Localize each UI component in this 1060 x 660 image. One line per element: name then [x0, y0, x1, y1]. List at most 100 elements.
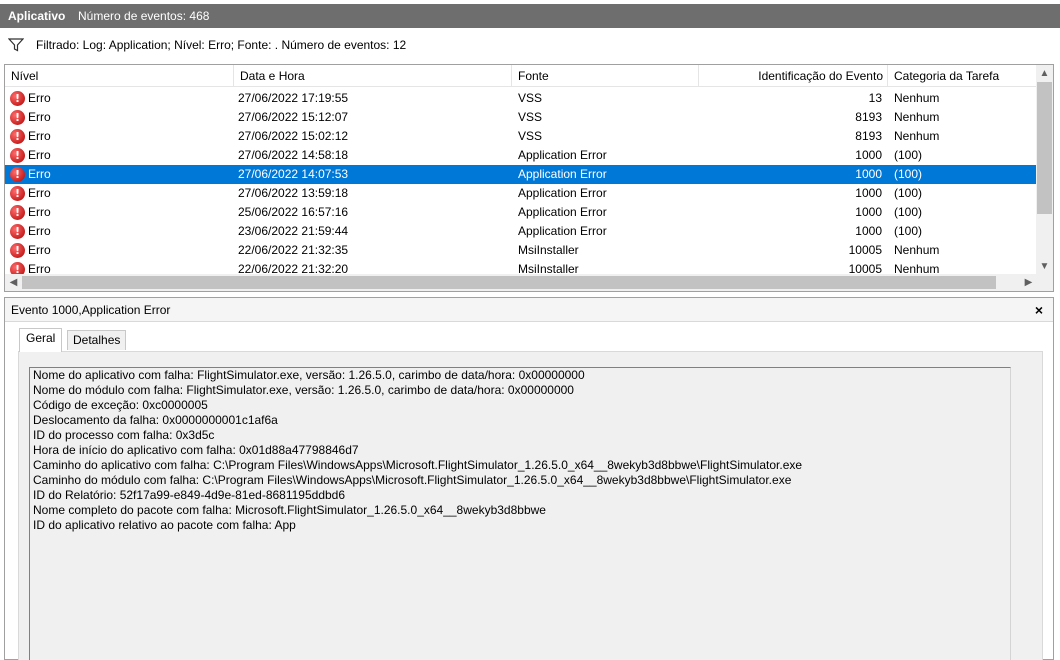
- date-cell: 27/06/2022 15:02:12: [238, 129, 349, 143]
- scroll-up-arrow-icon[interactable]: ▲: [1036, 65, 1053, 82]
- event-count: Número de eventos: 468: [78, 9, 210, 23]
- scroll-right-arrow-icon[interactable]: ▶: [1020, 274, 1037, 291]
- event-id-cell: 10005: [848, 243, 882, 257]
- event-id-cell: 1000: [855, 167, 882, 181]
- error-icon: !: [10, 148, 25, 163]
- level-cell: ! Erro: [10, 203, 230, 222]
- level-cell: ! Erro: [10, 165, 230, 184]
- table-row[interactable]: ! Erro 27/06/2022 17:19:55 VSS 13 Nenhum: [5, 89, 1037, 108]
- table-row[interactable]: ! Erro 25/06/2022 16:57:16 Application Erro…: [5, 203, 1037, 222]
- category-cell: (100): [894, 186, 923, 200]
- grid-header: Nível Data e Hora Fonte Identificação do…: [5, 65, 1037, 87]
- category-cell: Nenhum: [894, 243, 940, 257]
- source-cell: MsiInstaller: [518, 243, 579, 257]
- level-cell: ! Erro: [10, 146, 230, 165]
- event-id-cell: 1000: [855, 148, 882, 162]
- category-cell: (100): [894, 167, 923, 181]
- source-cell: Application Error: [518, 148, 607, 162]
- date-cell: 27/06/2022 17:19:55: [238, 91, 349, 105]
- event-id-cell: 1000: [855, 186, 882, 200]
- vertical-scrollbar[interactable]: ▲ ▼: [1036, 65, 1053, 275]
- table-row[interactable]: ! Erro 27/06/2022 15:02:12 VSS 8193 Nenhum: [5, 127, 1037, 146]
- date-cell: 27/06/2022 14:07:53: [238, 167, 349, 181]
- category-cell: Nenhum: [894, 91, 940, 105]
- event-id-cell: 8193: [855, 110, 882, 124]
- column-header-event-id[interactable]: Identificação do Evento: [699, 65, 888, 87]
- table-row[interactable]: ! Erro 22/06/2022 21:32:35 MsiInstaller 1000…: [5, 241, 1037, 260]
- event-id-cell: 13: [868, 91, 882, 105]
- event-id-cell: 1000: [855, 224, 882, 238]
- category-cell: (100): [894, 224, 923, 238]
- description-line: ID do Relatório: 52f17a99-e849-4d9e-81ed…: [33, 488, 346, 502]
- event-id-cell: 1000: [855, 205, 882, 219]
- column-header-source[interactable]: Fonte: [512, 65, 699, 87]
- date-cell: 25/06/2022 16:57:16: [238, 205, 349, 219]
- event-id-cell: 8193: [855, 129, 882, 143]
- scroll-down-arrow-icon[interactable]: ▼: [1036, 258, 1053, 275]
- horizontal-scroll-thumb[interactable]: [22, 276, 996, 289]
- description-line: Nome do módulo com falha: FlightSimulato…: [33, 383, 574, 397]
- level-text: Erro: [28, 91, 51, 105]
- description-line: Hora de início do aplicativo com falha: …: [33, 443, 359, 457]
- description-line: Deslocamento da falha: 0x0000000001c1af6…: [33, 413, 278, 427]
- column-header-date[interactable]: Data e Hora: [234, 65, 512, 87]
- event-description-box[interactable]: Nome do aplicativo com falha: FlightSimu…: [29, 367, 1011, 660]
- category-cell: (100): [894, 205, 923, 219]
- source-cell: Application Error: [518, 186, 607, 200]
- level-text: Erro: [28, 243, 51, 257]
- level-cell: ! Erro: [10, 184, 230, 203]
- error-icon: !: [10, 243, 25, 258]
- date-cell: 27/06/2022 13:59:18: [238, 186, 349, 200]
- date-cell: 27/06/2022 14:58:18: [238, 148, 349, 162]
- table-row[interactable]: ! Erro 27/06/2022 13:59:18 Application Erro…: [5, 184, 1037, 203]
- error-icon: !: [10, 205, 25, 220]
- vertical-scroll-thumb[interactable]: [1037, 82, 1052, 214]
- horizontal-scrollbar[interactable]: ◀ ▶: [5, 274, 1037, 291]
- description-line: Nome do aplicativo com falha: FlightSimu…: [33, 368, 585, 382]
- table-row[interactable]: ! Erro 23/06/2022 21:59:44 Application Erro…: [5, 222, 1037, 241]
- general-tab-panel: Nome do aplicativo com falha: FlightSimu…: [18, 351, 1043, 660]
- description-line: Caminho do aplicativo com falha: C:\Prog…: [33, 458, 803, 472]
- events-grid: Nível Data e Hora Fonte Identificação do…: [4, 64, 1054, 292]
- level-cell: ! Erro: [10, 89, 230, 108]
- table-row[interactable]: ! Erro 27/06/2022 14:07:53 Application Erro…: [5, 165, 1037, 184]
- table-row[interactable]: ! Erro 27/06/2022 15:12:07 VSS 8193 Nenhum: [5, 108, 1037, 127]
- scrollbar-corner: [1036, 274, 1053, 291]
- category-cell: Nenhum: [894, 110, 940, 124]
- source-cell: Application Error: [518, 205, 607, 219]
- error-icon: !: [10, 91, 25, 106]
- level-text: Erro: [28, 129, 51, 143]
- tab-details[interactable]: Detalhes: [67, 330, 127, 350]
- description-line: Código de exceção: 0xc0000005: [33, 398, 208, 412]
- filter-funnel-icon: [8, 38, 24, 52]
- error-icon: !: [10, 186, 25, 201]
- log-title-bar: Aplicativo Número de eventos: 468: [0, 4, 1060, 28]
- date-cell: 27/06/2022 15:12:07: [238, 110, 349, 124]
- level-cell: ! Erro: [10, 108, 230, 127]
- event-detail-title: Evento 1000,Application Error: [5, 298, 1053, 322]
- level-text: Erro: [28, 110, 51, 124]
- description-line: Caminho do módulo com falha: C:\Program …: [33, 473, 792, 487]
- level-text: Erro: [28, 224, 51, 238]
- level-text: Erro: [28, 167, 51, 181]
- source-cell: Application Error: [518, 224, 607, 238]
- level-cell: ! Erro: [10, 241, 230, 260]
- close-icon[interactable]: ×: [1035, 298, 1043, 322]
- description-line: ID do aplicativo relativo ao pacote com …: [33, 518, 296, 532]
- event-detail-pane: Evento 1000,Application Error × Geral De…: [4, 297, 1054, 660]
- scroll-left-arrow-icon[interactable]: ◀: [5, 274, 22, 291]
- level-cell: ! Erro: [10, 222, 230, 241]
- source-cell: Application Error: [518, 167, 607, 181]
- date-cell: 23/06/2022 21:59:44: [238, 224, 349, 238]
- date-cell: 22/06/2022 21:32:35: [238, 243, 349, 257]
- level-cell: ! Erro: [10, 127, 230, 146]
- table-row[interactable]: ! Erro 27/06/2022 14:58:18 Application Erro…: [5, 146, 1037, 165]
- column-header-category[interactable]: Categoria da Tarefa: [888, 65, 1037, 87]
- log-name: Aplicativo: [8, 9, 66, 23]
- tab-general[interactable]: Geral: [19, 328, 63, 352]
- error-icon: !: [10, 224, 25, 239]
- source-cell: VSS: [518, 129, 543, 143]
- error-icon: !: [10, 129, 25, 144]
- source-cell: VSS: [518, 110, 543, 124]
- column-header-level[interactable]: Nível: [5, 65, 234, 87]
